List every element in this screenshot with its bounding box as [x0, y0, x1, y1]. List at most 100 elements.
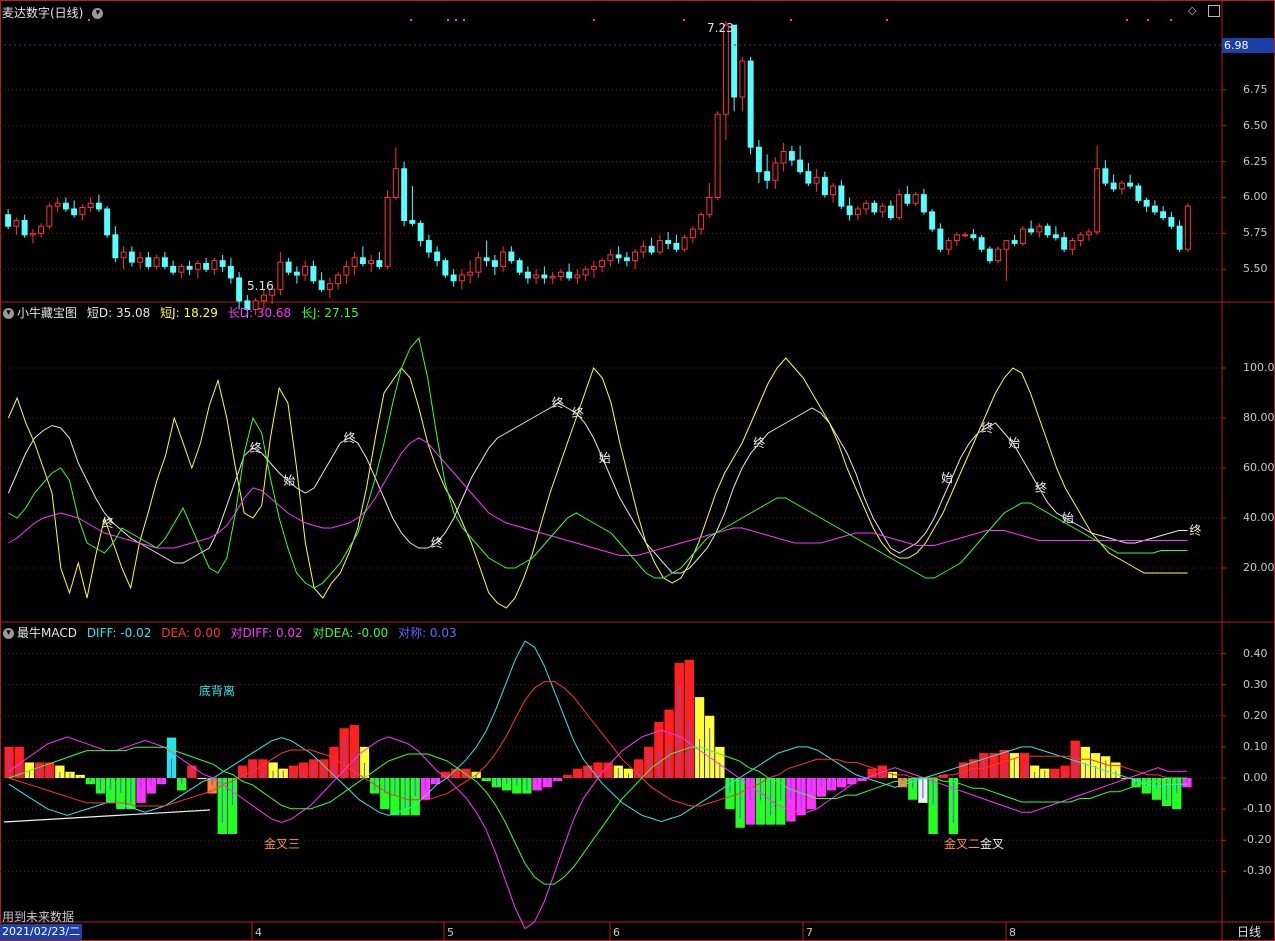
candle-body [285, 261, 292, 273]
candle-body [21, 219, 28, 236]
candle-body [739, 60, 746, 98]
candle-body [945, 240, 952, 250]
diamond-icon[interactable]: ◇ [1188, 4, 1196, 17]
candle-body [120, 251, 127, 259]
restore-icon[interactable] [1207, 5, 1220, 17]
candle-body [673, 242, 680, 250]
macd-axis-tick: -0.30 [1243, 864, 1272, 878]
candle-body [508, 251, 515, 262]
candle-body [813, 176, 820, 184]
period-selector[interactable]: 日线 [1226, 924, 1272, 940]
candle-body [318, 280, 325, 290]
price-panel-title: 麦达数字(日线) [2, 6, 84, 20]
candle-body [1003, 240, 1010, 250]
candle-body [54, 202, 61, 207]
candle-body [1077, 234, 1084, 242]
candle-body [656, 240, 663, 253]
candle-body [186, 265, 193, 270]
candle-body [203, 263, 210, 270]
low-price-label: 5.16 [247, 279, 274, 293]
price-panel-header: 麦达数字(日线) ▾ [2, 4, 109, 21]
signal-marker: 始 [941, 471, 953, 485]
candle-body [351, 257, 358, 267]
candle-body [755, 146, 762, 173]
candle-body [211, 260, 218, 270]
candle-body [764, 171, 771, 181]
legend-sym: 对称: 0.03 [398, 626, 457, 640]
candle-body [640, 245, 647, 253]
kdj-axis-tick: 60.00 [1243, 461, 1275, 474]
candle-body [1143, 199, 1150, 207]
candle-body [145, 257, 152, 267]
candle-body [260, 294, 267, 302]
candle-body [681, 237, 688, 250]
candle-body [978, 237, 985, 250]
candle-body [706, 196, 713, 216]
candle-body [178, 265, 185, 273]
candle-body [986, 248, 993, 262]
candle-body [1028, 228, 1035, 233]
bottom-divergence-label: 底背离 [199, 684, 236, 698]
candle-body [1184, 205, 1191, 250]
signal-dot [593, 19, 595, 21]
chevron-down-icon[interactable]: ▾ [3, 308, 14, 319]
future-data-note: 用到未来数据 [2, 910, 75, 924]
candle-body [359, 257, 366, 265]
candle-body [1085, 231, 1092, 236]
candle-body [920, 194, 927, 213]
chevron-down-icon[interactable]: ▾ [92, 8, 104, 19]
month-label: 6 [613, 926, 620, 939]
macd-axis-tick: -0.20 [1243, 833, 1272, 847]
candle-body [483, 257, 490, 262]
candle-body [1011, 240, 1018, 244]
signal-marker: 始 [1008, 436, 1020, 450]
candle-body [335, 274, 342, 285]
kdj-series-line [7, 402, 1188, 574]
divergence-line [3, 809, 211, 823]
candle-body [79, 207, 86, 216]
candle-body [1019, 228, 1026, 244]
candle-body [648, 245, 655, 253]
candle-body [491, 260, 498, 267]
signal-dot [1126, 19, 1128, 21]
signal-dot [1170, 19, 1172, 21]
macd-histogram-bar [197, 778, 207, 779]
candle-body [227, 265, 234, 279]
candle-body [698, 214, 705, 230]
legend-sym-diff: 对DIFF: 0.02 [230, 626, 303, 640]
candle-body [1168, 217, 1175, 227]
kdj-panel-header: ▾ 小牛藏宝图 短D: 35.08 短J: 18.29 长D: 30.68 长J:… [2, 304, 365, 321]
candle-body [962, 234, 969, 237]
chevron-down-icon[interactable]: ▾ [3, 628, 14, 639]
candle-body [821, 176, 828, 196]
candle-body [871, 202, 878, 213]
macd-axis-tick: -0.10 [1243, 802, 1272, 816]
signal-dot [463, 19, 465, 21]
kdj-axis-tick: 80.00 [1243, 411, 1275, 424]
candle-body [343, 265, 350, 276]
legend-dea: DEA: 0.00 [161, 626, 221, 640]
candle-body [929, 211, 936, 230]
price-axis-tick: 6.50 [1243, 118, 1268, 132]
candle-body [623, 257, 630, 262]
candle-body [541, 274, 548, 279]
candle-body [392, 168, 399, 198]
macd-axis-tick: 0.30 [1243, 677, 1268, 691]
golden-cross-3-label: 金叉三 [264, 837, 301, 851]
legend-long-j: 长J: 27.15 [301, 306, 359, 320]
candle-body [310, 265, 317, 282]
candle-body [731, 24, 738, 98]
candle-body [29, 232, 36, 236]
golden-cross-2-label: 金叉二 [944, 837, 981, 851]
candle-body [5, 214, 12, 227]
price-axis-tick: 6.25 [1243, 154, 1268, 168]
candle-body [557, 271, 564, 277]
candle-body [442, 260, 449, 276]
window-controls: ◇ [1188, 4, 1220, 17]
candle-body [1069, 240, 1076, 250]
signal-marker: 始 [1062, 511, 1074, 525]
signal-marker: 终 [981, 420, 993, 435]
signal-marker: 终 [344, 430, 356, 445]
candle-body [1061, 237, 1068, 250]
candle-body [1110, 182, 1117, 190]
